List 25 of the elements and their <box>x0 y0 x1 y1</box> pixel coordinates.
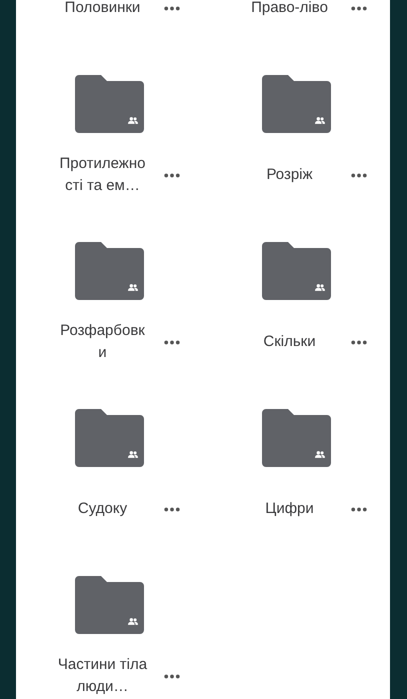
more-icon[interactable] <box>164 340 180 344</box>
folder-icon[interactable] <box>262 409 331 467</box>
more-icon[interactable] <box>350 340 366 344</box>
more-icon[interactable] <box>164 506 180 512</box>
more-icon[interactable] <box>350 506 366 512</box>
folder-name: Судоку <box>76 499 128 519</box>
folder-icon[interactable] <box>75 75 144 133</box>
folder-name: Право-ліво <box>250 0 329 18</box>
folder-name: Половинки <box>64 0 142 18</box>
more-icon[interactable] <box>164 674 180 678</box>
folder-icon[interactable] <box>75 409 144 467</box>
folder-name: Цифри <box>264 499 315 519</box>
folder-name: Розфарбовки <box>59 321 146 363</box>
folder-name: Частини тіла люди… <box>58 655 148 697</box>
more-icon[interactable] <box>350 6 366 10</box>
folder-name: Розріж <box>265 165 314 185</box>
folder-name: Протилежності та ем… <box>58 154 146 196</box>
more-icon[interactable] <box>164 6 180 10</box>
folder-icon[interactable] <box>262 242 331 300</box>
more-icon[interactable] <box>164 172 180 178</box>
more-icon[interactable] <box>350 172 366 178</box>
folder-icon[interactable] <box>75 576 144 634</box>
folder-icon[interactable] <box>75 242 144 300</box>
folder-name: Скільки <box>262 332 317 352</box>
folder-icon[interactable] <box>262 75 331 133</box>
